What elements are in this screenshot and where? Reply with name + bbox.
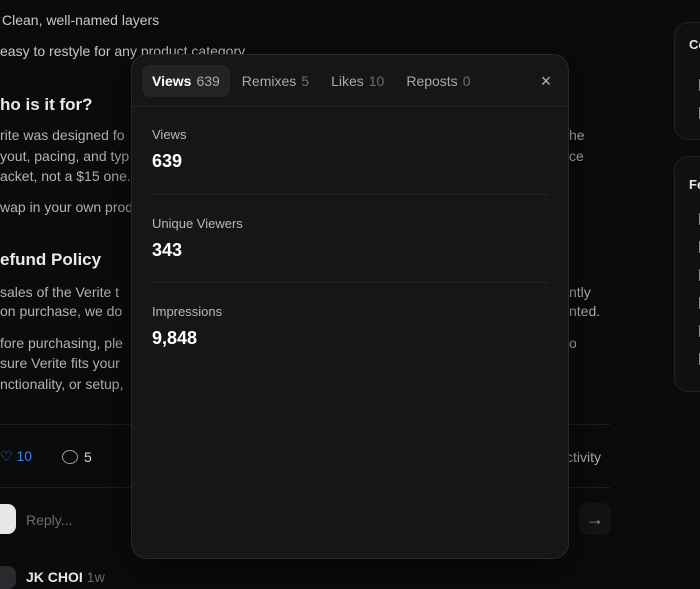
tab-remixes[interactable]: Remixes 5	[232, 65, 319, 97]
section-heading: ho is it for?	[0, 95, 93, 114]
tab-count: 10	[368, 73, 385, 89]
like-button[interactable]: ♡ 10	[0, 448, 32, 465]
side-card-title: Fe	[689, 177, 700, 192]
side-card: Co	[674, 22, 700, 140]
stat-label: Impressions	[152, 304, 223, 319]
avatar	[0, 504, 16, 534]
paragraph-line: rite was designed fo	[0, 127, 125, 143]
paragraph-line: o	[569, 335, 577, 351]
tab-views[interactable]: Views 639	[142, 65, 230, 97]
paragraph-line: ce	[569, 148, 584, 164]
paragraph-line: on purchase, we do	[0, 303, 123, 319]
activity-link[interactable]: ctivity	[566, 449, 601, 465]
likes-count: 10	[16, 448, 33, 464]
send-button[interactable]: →	[579, 503, 611, 535]
stat-impressions: Impressions 9,848	[152, 304, 548, 349]
stats-tabs: Views 639 Remixes 5 Likes 10 Reposts 0 ×	[142, 65, 558, 97]
arrow-right-icon: →	[586, 508, 604, 529]
comment-icon[interactable]	[62, 449, 79, 464]
paragraph-line: nctionality, or setup,	[0, 376, 124, 392]
stat-views: Views 639	[152, 127, 548, 172]
divider	[152, 282, 548, 283]
tab-likes[interactable]: Likes 10	[321, 65, 394, 97]
engagement-row: ♡ 10 5	[0, 448, 92, 465]
avatar	[0, 566, 16, 589]
divider	[132, 106, 568, 107]
side-card-title: Co	[689, 37, 700, 52]
paragraph-line: ntly	[569, 284, 591, 300]
paragraph-line: acket, not a $15 one.	[0, 168, 131, 184]
paragraph-line: sales of the Verite t	[0, 284, 120, 300]
stat-label: Unique Viewers	[152, 216, 243, 231]
paragraph-line: nted.	[569, 303, 601, 319]
paragraph-line: sure Verite fits your	[0, 355, 120, 371]
tab-label: Remixes	[241, 73, 297, 89]
close-button[interactable]: ×	[534, 69, 558, 93]
tab-reposts[interactable]: Reposts 0	[396, 65, 480, 97]
stat-value: 639	[152, 151, 183, 171]
tab-count: 0	[462, 73, 471, 89]
divider	[152, 194, 548, 195]
comment-author: JK CHOI 1w	[26, 569, 105, 585]
tab-count: 5	[301, 73, 310, 89]
feature-item: Clean, well-named layers	[2, 12, 160, 28]
section-heading: efund Policy	[0, 250, 102, 269]
stats-modal: Views 639 Remixes 5 Likes 10 Reposts 0 × Vie…	[131, 54, 569, 559]
tab-label: Likes	[331, 73, 364, 89]
side-card: Fe	[674, 156, 700, 392]
stat-label: Views	[152, 127, 187, 142]
close-icon: ×	[540, 70, 552, 91]
paragraph-line: fore purchasing, ple	[0, 335, 123, 351]
paragraph-line: yout, pacing, and typ	[0, 148, 130, 164]
comment-time: 1w	[86, 569, 105, 585]
stat-unique-viewers: Unique Viewers 343	[152, 216, 548, 261]
tab-count: 639	[196, 73, 220, 89]
reply-input[interactable]: Reply...	[26, 512, 72, 528]
stat-value: 343	[152, 240, 183, 260]
tab-label: Reposts	[406, 73, 458, 89]
stat-value: 9,848	[152, 328, 198, 348]
tab-label: Views	[152, 73, 192, 89]
author-name[interactable]: JK CHOI	[26, 569, 83, 585]
comments-count: 5	[84, 448, 92, 465]
paragraph-line: wap in your own prod	[0, 199, 134, 215]
paragraph-line: he	[569, 127, 585, 143]
